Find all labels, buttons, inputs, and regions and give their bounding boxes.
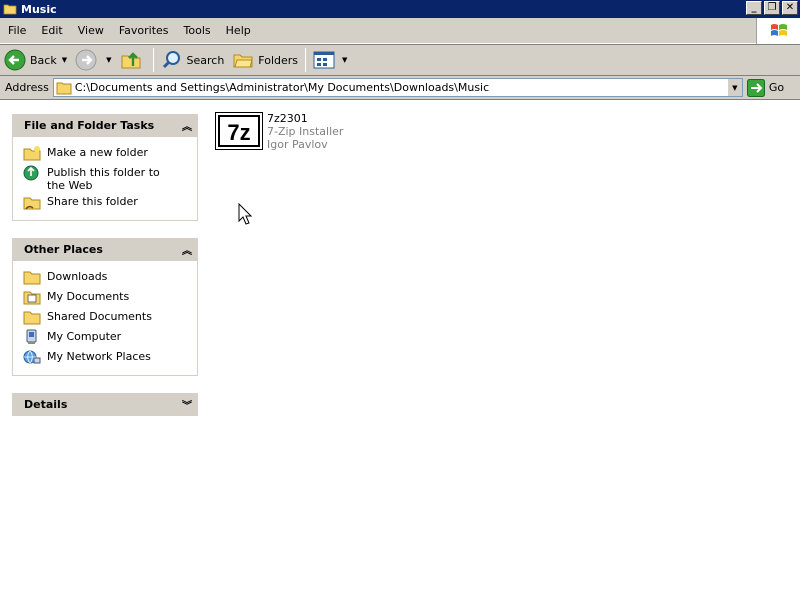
file-folder-tasks-panel: File and Folder Tasks ︽ Make a new folde… xyxy=(12,114,198,221)
back-label: Back xyxy=(30,53,57,67)
7z-icon: 7z xyxy=(215,112,263,150)
views-dropdown-icon[interactable]: ▼ xyxy=(342,56,347,64)
menu-edit[interactable]: Edit xyxy=(33,24,69,37)
folder-icon xyxy=(23,271,41,285)
place-my-computer[interactable]: My Computer xyxy=(23,329,197,347)
7z-icon-label: 7z xyxy=(227,120,250,145)
menu-file[interactable]: File xyxy=(0,24,33,37)
panel-header[interactable]: File and Folder Tasks ︽ xyxy=(12,114,198,137)
menu-tools[interactable]: Tools xyxy=(176,24,218,37)
my-documents-icon xyxy=(23,291,41,305)
task-publish-folder[interactable]: Publish this folder to the Web xyxy=(23,165,197,192)
folder-icon xyxy=(56,82,72,94)
task-pane: File and Folder Tasks ︽ Make a new folde… xyxy=(0,100,210,600)
folder-icon xyxy=(23,311,41,325)
up-folder-icon xyxy=(121,52,140,69)
network-places-icon xyxy=(23,350,41,364)
task-make-new-folder[interactable]: Make a new folder xyxy=(23,145,197,163)
file-company: Igor Pavlov xyxy=(267,138,328,151)
menu-favorites[interactable]: Favorites xyxy=(111,24,176,37)
go-label: Go xyxy=(768,81,785,94)
address-dropdown-button[interactable]: ▼ xyxy=(726,79,742,96)
back-dropdown-icon[interactable]: ▼ xyxy=(62,56,67,64)
toolbar-separator xyxy=(305,48,307,72)
file-view: 7z 7z2301 7-Zip Installer Igor Pavlov xyxy=(210,100,800,600)
forward-button[interactable]: ▼ xyxy=(71,46,115,74)
panel-header[interactable]: Details ︾ xyxy=(12,393,198,416)
other-places-panel: Other Places ︽ Downloads My Documents Sh… xyxy=(12,238,198,376)
window-title: Music xyxy=(21,2,57,16)
address-label: Address xyxy=(5,81,49,94)
file-type: 7-Zip Installer xyxy=(267,125,344,138)
details-panel: Details ︾ xyxy=(12,393,198,416)
place-shared-documents[interactable]: Shared Documents xyxy=(23,309,197,327)
place-downloads[interactable]: Downloads xyxy=(23,269,197,287)
collapse-chevron-icon[interactable]: ︽ xyxy=(182,118,192,133)
panel-header[interactable]: Other Places ︽ xyxy=(12,238,198,261)
windows-flag-icon xyxy=(770,24,787,36)
share-folder-icon xyxy=(23,197,41,210)
go-arrow-icon xyxy=(746,78,765,97)
go-button[interactable]: Go xyxy=(746,78,785,97)
collapse-chevron-icon[interactable]: ︽ xyxy=(182,242,192,257)
toolbar-separator xyxy=(152,48,154,72)
panel-title: File and Folder Tasks xyxy=(24,119,155,132)
toolbar: Back ▼ ▼ Search Folders ▼ xyxy=(0,44,800,76)
forward-arrow-icon xyxy=(75,49,97,71)
my-computer-icon xyxy=(26,329,37,344)
views-icon xyxy=(313,51,335,69)
windows-logo xyxy=(756,18,800,44)
search-label: Search xyxy=(186,53,225,67)
place-my-network-places[interactable]: My Network Places xyxy=(23,349,197,367)
menu-bar: File Edit View Favorites Tools Help xyxy=(0,18,800,44)
title-bar: Music _ ❐ ✕ xyxy=(0,0,800,18)
up-folder-button[interactable] xyxy=(116,46,150,74)
expand-chevron-icon[interactable]: ︾ xyxy=(182,397,192,412)
address-input[interactable]: C:\Documents and Settings\Administrator\… xyxy=(52,78,743,97)
restore-button[interactable]: ❐ xyxy=(764,1,780,15)
menu-help[interactable]: Help xyxy=(218,24,258,37)
search-button[interactable]: Search xyxy=(157,46,229,74)
file-name: 7z2301 xyxy=(267,112,308,125)
panel-title: Details xyxy=(24,398,68,411)
folders-label: Folders xyxy=(258,53,299,67)
minimize-button[interactable]: _ xyxy=(746,1,762,15)
panel-title: Other Places xyxy=(24,243,103,256)
folder-icon xyxy=(3,4,17,15)
task-share-folder[interactable]: Share this folder xyxy=(23,194,197,212)
new-folder-icon xyxy=(23,146,41,161)
back-button[interactable]: Back ▼ xyxy=(0,46,71,74)
search-icon xyxy=(162,51,180,69)
place-my-documents[interactable]: My Documents xyxy=(23,289,197,307)
address-path: C:\Documents and Settings\Administrator\… xyxy=(74,81,490,94)
close-button[interactable]: ✕ xyxy=(782,1,798,15)
menu-view[interactable]: View xyxy=(70,24,111,37)
folders-button[interactable]: Folders xyxy=(228,46,302,74)
file-item[interactable]: 7z 7z2301 7-Zip Installer Igor Pavlov xyxy=(215,112,343,151)
views-button[interactable]: ▼ xyxy=(309,46,351,74)
back-arrow-icon xyxy=(4,49,26,71)
mouse-cursor-icon xyxy=(238,203,252,225)
forward-dropdown-icon[interactable]: ▼ xyxy=(106,56,111,64)
folders-icon xyxy=(233,54,253,68)
publish-web-icon xyxy=(23,165,39,181)
address-bar: Address C:\Documents and Settings\Admini… xyxy=(0,76,800,100)
